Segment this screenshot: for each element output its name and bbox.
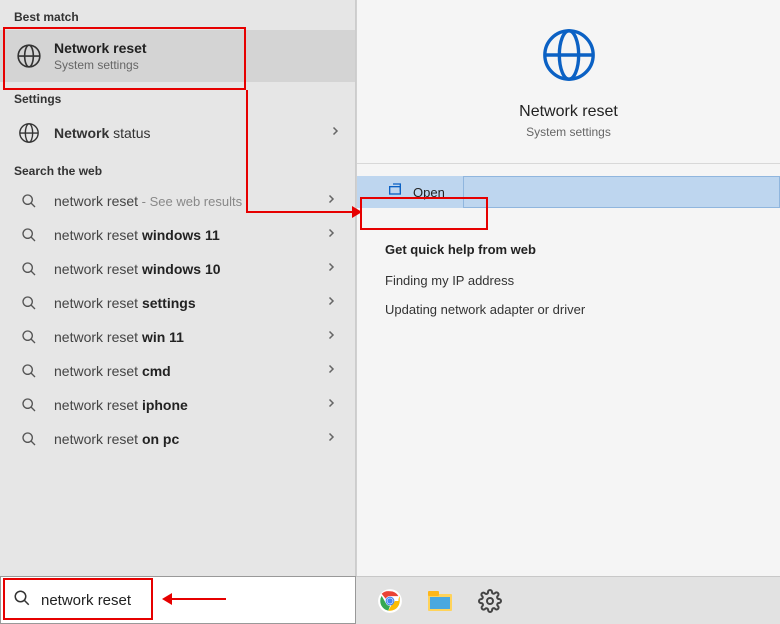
file-explorer-icon[interactable]: [426, 587, 454, 615]
open-button[interactable]: Open: [357, 176, 463, 208]
settings-icon[interactable]: [476, 587, 504, 615]
web-result-item[interactable]: network reset windows 10: [0, 252, 355, 286]
chevron-right-icon: [329, 124, 341, 142]
settings-item-label: Network status: [54, 125, 329, 141]
search-icon: [13, 589, 31, 612]
search-icon: [14, 431, 44, 447]
open-icon: [387, 182, 403, 203]
best-match-item[interactable]: Network reset System settings: [0, 30, 355, 82]
chevron-right-icon: [325, 328, 341, 346]
detail-panel: Network reset System settings Open Get q…: [356, 0, 780, 576]
web-result-item[interactable]: network reset iphone: [0, 388, 355, 422]
web-result-item[interactable]: network reset windows 11: [0, 218, 355, 252]
chevron-right-icon: [325, 226, 341, 244]
open-label: Open: [413, 185, 445, 200]
search-web-header: Search the web: [0, 154, 355, 184]
web-result-item[interactable]: network reset on pc: [0, 422, 355, 456]
search-icon: [14, 329, 44, 345]
divider: [357, 163, 780, 164]
quick-help-title: Get quick help from web: [385, 242, 752, 257]
search-icon: [14, 295, 44, 311]
web-result-item[interactable]: network reset - See web results: [0, 184, 355, 218]
globe-icon: [14, 122, 44, 144]
search-icon: [14, 397, 44, 413]
chevron-right-icon: [325, 362, 341, 380]
web-result-item[interactable]: network reset cmd: [0, 354, 355, 388]
quick-help-item[interactable]: Finding my IP address: [385, 273, 752, 288]
search-input[interactable]: [41, 592, 343, 609]
chrome-icon[interactable]: [376, 587, 404, 615]
search-icon: [14, 193, 44, 209]
chevron-right-icon: [325, 430, 341, 448]
globe-icon: [14, 43, 44, 69]
web-result-label: network reset settings: [54, 295, 325, 311]
taskbar: [356, 576, 780, 624]
web-result-label: network reset - See web results: [54, 193, 325, 209]
web-result-item[interactable]: network reset settings: [0, 286, 355, 320]
chevron-right-icon: [325, 260, 341, 278]
search-icon: [14, 261, 44, 277]
chevron-right-icon: [325, 294, 341, 312]
open-row-extension[interactable]: [463, 176, 780, 208]
web-result-label: network reset iphone: [54, 397, 325, 413]
settings-header: Settings: [0, 82, 355, 112]
search-icon: [14, 363, 44, 379]
chevron-right-icon: [325, 192, 341, 210]
globe-icon: [540, 26, 598, 89]
best-match-subtitle: System settings: [54, 58, 147, 72]
search-icon: [14, 227, 44, 243]
web-result-label: network reset on pc: [54, 431, 325, 447]
search-results-panel: Best match Network reset System settings…: [0, 0, 356, 624]
quick-help-item[interactable]: Updating network adapter or driver: [385, 302, 752, 317]
settings-item-network-status[interactable]: Network status: [0, 112, 355, 154]
web-result-label: network reset windows 10: [54, 261, 325, 277]
web-result-item[interactable]: network reset win 11: [0, 320, 355, 354]
detail-title: Network reset: [519, 103, 618, 121]
search-box[interactable]: [0, 576, 356, 624]
web-result-label: network reset cmd: [54, 363, 325, 379]
web-result-label: network reset windows 11: [54, 227, 325, 243]
detail-subtitle: System settings: [526, 125, 611, 139]
best-match-title: Network reset: [54, 40, 147, 56]
web-result-label: network reset win 11: [54, 329, 325, 345]
best-match-header: Best match: [0, 0, 355, 30]
chevron-right-icon: [325, 396, 341, 414]
